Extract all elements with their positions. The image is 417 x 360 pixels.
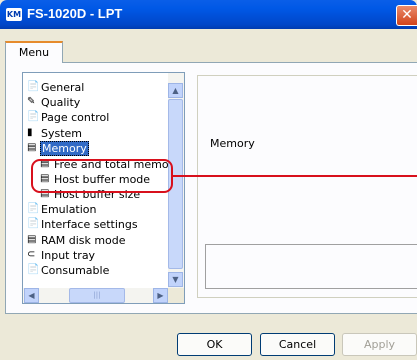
- horizontal-scrollbar[interactable]: ◀ ||| ▶: [23, 288, 169, 303]
- tree-item-label: Interface settings: [41, 218, 138, 231]
- tree-item-label: Input tray: [41, 249, 96, 262]
- scroll-left-button[interactable]: ◀: [24, 288, 39, 303]
- detail-title: Memory: [210, 137, 255, 150]
- scroll-corner: [168, 288, 184, 303]
- memory-chip-icon: ▤: [40, 173, 50, 184]
- tree-item-label: Memory: [40, 141, 89, 156]
- tree-item-label: Host buffer mode: [54, 173, 151, 186]
- detail-info-box: [205, 244, 417, 289]
- page-icon: 📄: [27, 218, 40, 229]
- memory-icon: ▤: [27, 234, 37, 245]
- menu-tree[interactable]: 📄 General ✎ Quality 📄 Page control ▮ Sys…: [22, 72, 185, 304]
- scroll-down-button[interactable]: ▼: [168, 272, 183, 287]
- ok-button[interactable]: OK: [177, 333, 252, 356]
- horizontal-scroll-thumb[interactable]: |||: [69, 288, 125, 303]
- tree-item-label: Free and total memory: [54, 158, 180, 171]
- page-icon: 📄: [27, 111, 40, 122]
- memory-chip-icon: ▤: [40, 188, 50, 199]
- close-button[interactable]: ✕: [396, 5, 417, 26]
- tree-item-label: Consumable: [41, 264, 110, 277]
- apply-button[interactable]: Apply: [342, 333, 417, 356]
- cancel-button[interactable]: Cancel: [260, 333, 335, 356]
- scroll-up-button[interactable]: ▲: [168, 83, 183, 98]
- computer-icon: ▮: [27, 127, 33, 138]
- page-icon: 📄: [27, 203, 40, 214]
- tree-item-label: Emulation: [41, 203, 97, 216]
- dialog-window: KM FS-1020D - LPT ✕ Menu 📄 General ✎ Qua…: [0, 0, 417, 360]
- memory-icon: ▤: [27, 142, 37, 153]
- tab-menu[interactable]: Menu: [5, 41, 63, 63]
- title-bar[interactable]: KM FS-1020D - LPT ✕: [0, 0, 417, 29]
- memory-chip-icon: ▤: [40, 158, 50, 169]
- tree-item-label: System: [41, 127, 83, 140]
- page-icon: 📄: [27, 81, 40, 92]
- callout-pointer-line: [173, 175, 417, 177]
- tree-item-label: General: [41, 81, 85, 94]
- tree-item-label: RAM disk mode: [41, 234, 126, 247]
- tree-item-label: Host buffer size: [54, 188, 141, 201]
- vertical-scrollbar[interactable]: ▲ ▼: [168, 73, 184, 288]
- printer-app-icon: KM: [6, 8, 22, 21]
- tray-icon: ⊂: [27, 249, 36, 260]
- page-icon: 📄: [27, 264, 40, 275]
- pen-icon: ✎: [27, 96, 36, 107]
- tree-item-label: Page control: [41, 111, 110, 124]
- tree-item-label: Quality: [41, 96, 81, 109]
- scroll-right-button[interactable]: ▶: [153, 288, 168, 303]
- vertical-scroll-thumb[interactable]: [168, 99, 183, 269]
- window-title: FS-1020D - LPT: [27, 6, 123, 21]
